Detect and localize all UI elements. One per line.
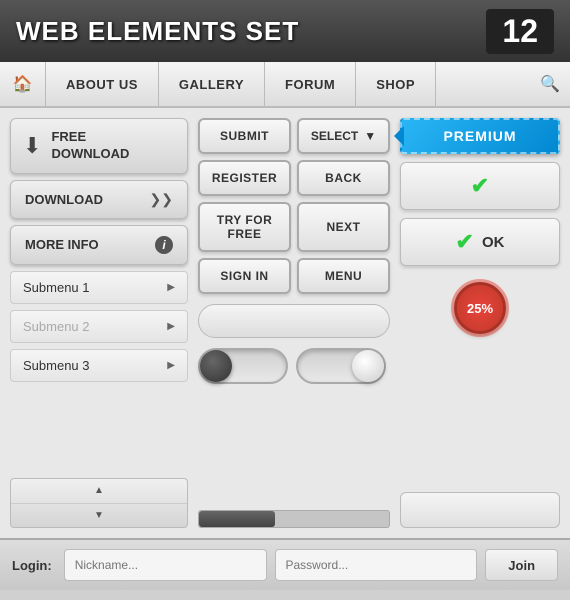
ok-check-icon: ✔: [456, 229, 474, 255]
check-icon: ✔: [471, 173, 489, 199]
next-button[interactable]: NEXT: [297, 202, 390, 252]
button-row-3: TRY FOR FREE NEXT: [198, 202, 390, 252]
password-input[interactable]: [275, 549, 478, 581]
more-info-label: MORE INFO: [25, 237, 99, 252]
right-column: PREMIUM ✔ ✔ OK 25%: [400, 118, 560, 528]
main-content: ⬇ FREE DOWNLOAD DOWNLOAD ❯❯ MORE INFO i …: [0, 108, 570, 538]
navbar: 🏠 ABOUT US GALLERY FORUM SHOP 🔍: [0, 62, 570, 108]
scroll-control: ▲ ▼: [10, 478, 188, 528]
search-button[interactable]: 🔍: [530, 62, 570, 106]
ok-button[interactable]: ✔ OK: [400, 218, 560, 266]
submenu-2-label: Submenu 2: [23, 319, 90, 334]
page-title: WEB ELEMENTS SET: [16, 16, 486, 47]
toggle-row: [198, 348, 390, 384]
download-label: DOWNLOAD: [25, 192, 103, 207]
nav-tab-forum[interactable]: FORUM: [265, 62, 356, 106]
nav-tab-about[interactable]: ABOUT US: [46, 62, 159, 106]
arrow-right-icon: ▶: [167, 282, 175, 293]
nav-tab-about-label: ABOUT US: [66, 77, 138, 92]
select-button[interactable]: SELECT ▼: [297, 118, 390, 154]
dropdown-icon: ▼: [364, 129, 376, 143]
nav-home-button[interactable]: 🏠: [0, 62, 46, 106]
sign-in-button[interactable]: SIGN IN: [198, 258, 291, 294]
info-icon: i: [155, 236, 173, 254]
download-button[interactable]: DOWNLOAD ❯❯: [10, 180, 188, 219]
premium-badge[interactable]: PREMIUM: [400, 118, 560, 154]
progress-area: [198, 510, 390, 528]
toggle-knob: [352, 350, 384, 382]
nickname-input[interactable]: [64, 549, 267, 581]
discount-seal: 25%: [454, 282, 506, 334]
discount-label: 25%: [467, 302, 493, 315]
right-empty-area: [400, 492, 560, 528]
submenu-1-label: Submenu 1: [23, 280, 90, 295]
toggle-knob: [200, 350, 232, 382]
progress-bar-fill: [199, 511, 275, 527]
submenu-item-2[interactable]: Submenu 2 ▶: [10, 310, 188, 343]
toggle-on-switch[interactable]: [296, 348, 386, 384]
scroll-up-button[interactable]: ▲: [11, 479, 187, 504]
free-download-button[interactable]: ⬇ FREE DOWNLOAD: [10, 118, 188, 174]
more-info-button[interactable]: MORE INFO i: [10, 225, 188, 265]
nav-tab-forum-label: FORUM: [285, 77, 335, 92]
submit-button[interactable]: SUBMIT: [198, 118, 291, 154]
submenu-item-1[interactable]: Submenu 1 ▶: [10, 271, 188, 304]
button-row-1: SUBMIT SELECT ▼: [198, 118, 390, 154]
left-column: ⬇ FREE DOWNLOAD DOWNLOAD ❯❯ MORE INFO i …: [10, 118, 188, 528]
back-button[interactable]: BACK: [297, 160, 390, 196]
download-icon: ⬇: [23, 133, 41, 159]
progress-bar-track: [198, 510, 390, 528]
middle-column: SUBMIT SELECT ▼ REGISTER BACK TRY FOR FR…: [198, 118, 390, 528]
seal-circle: 25%: [454, 282, 506, 334]
arrow-right-icon: ▶: [167, 321, 175, 332]
arrow-right-icon: ▶: [167, 360, 175, 371]
seal-container: 25%: [400, 278, 560, 338]
submenu-item-3[interactable]: Submenu 3 ▶: [10, 349, 188, 382]
nav-tab-shop-label: SHOP: [376, 77, 415, 92]
search-icon: 🔍: [540, 74, 560, 94]
scroll-down-button[interactable]: ▼: [11, 504, 187, 528]
ok-label: OK: [482, 234, 505, 251]
long-empty-button[interactable]: [198, 304, 390, 338]
toggle-off-switch[interactable]: [198, 348, 288, 384]
free-download-label: FREE DOWNLOAD: [51, 129, 129, 163]
right-spacer: [400, 346, 560, 484]
login-label: Login:: [12, 558, 52, 573]
header: WEB ELEMENTS SET 12: [0, 0, 570, 62]
login-bar: Login: Join: [0, 538, 570, 590]
checkmark-button[interactable]: ✔: [400, 162, 560, 210]
join-button[interactable]: Join: [485, 549, 558, 581]
button-row-2: REGISTER BACK: [198, 160, 390, 196]
nav-tab-shop[interactable]: SHOP: [356, 62, 436, 106]
home-icon: 🏠: [13, 74, 33, 94]
try-for-free-button[interactable]: TRY FOR FREE: [198, 202, 291, 252]
nav-tab-gallery-label: GALLERY: [179, 77, 244, 92]
register-button[interactable]: REGISTER: [198, 160, 291, 196]
menu-button[interactable]: MENU: [297, 258, 390, 294]
submenu-3-label: Submenu 3: [23, 358, 90, 373]
chevron-down-icon: ❯❯: [150, 191, 173, 208]
header-number: 12: [486, 9, 554, 54]
button-row-4: SIGN IN MENU: [198, 258, 390, 294]
nav-tab-gallery[interactable]: GALLERY: [159, 62, 265, 106]
